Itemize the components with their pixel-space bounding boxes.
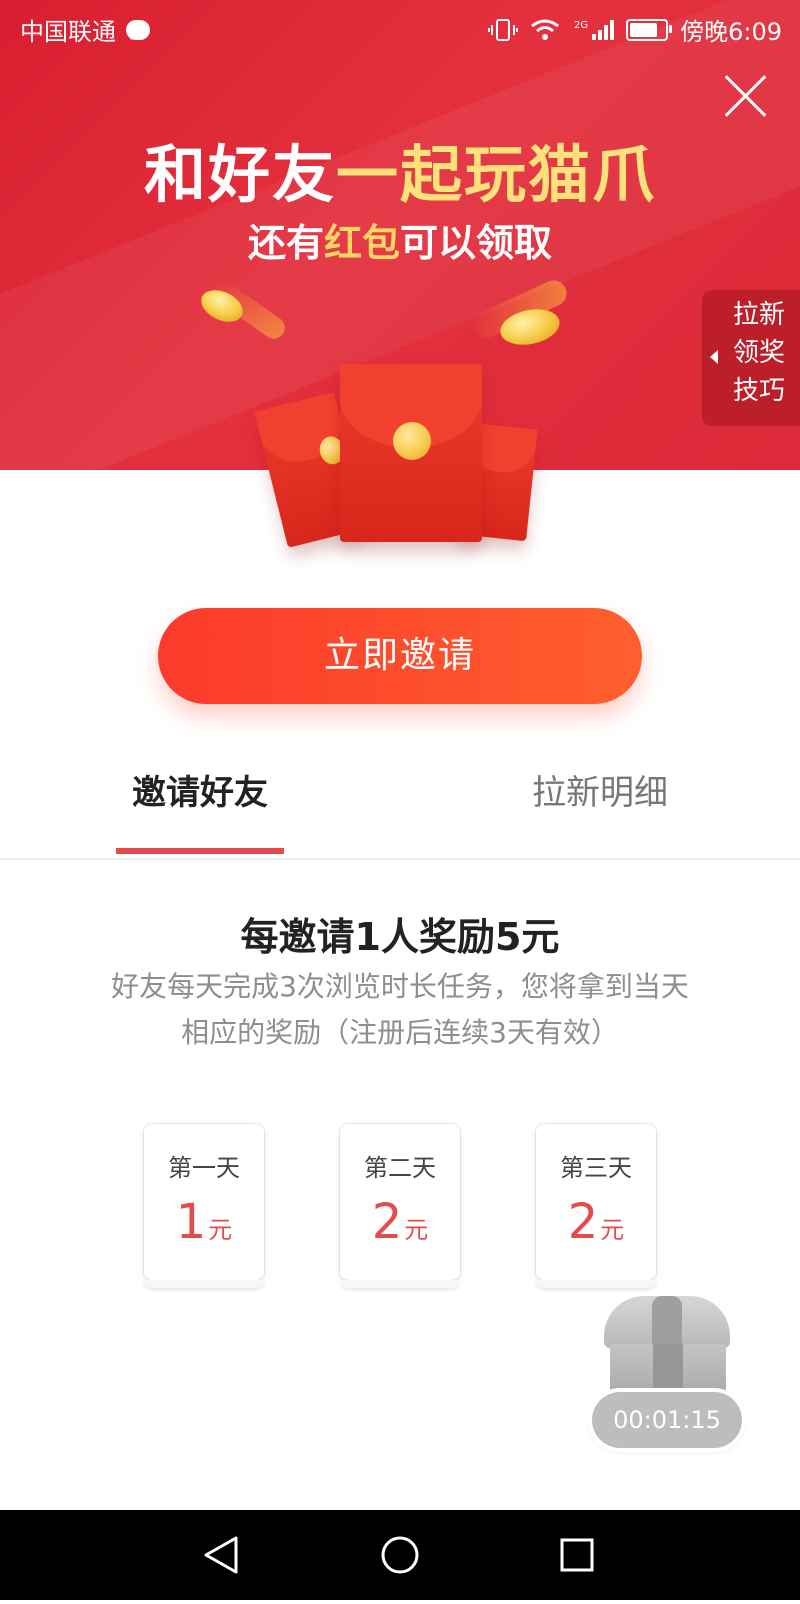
back-icon[interactable] [178, 1510, 268, 1600]
hero-subline: 还有红包可以领取 [0, 212, 800, 267]
network-type: 2G [573, 19, 589, 31]
day-amount-value: 1 [175, 1194, 207, 1250]
carrier-label: 中国联通 [20, 18, 116, 46]
day-amount-unit: 元 [600, 1216, 625, 1244]
active-tab-indicator [116, 848, 284, 854]
wifi-icon [531, 19, 559, 40]
subline-prefix: 还有 [247, 221, 324, 265]
day-amount-unit: 元 [208, 1216, 233, 1244]
day-card-2: 第二天 2元 [340, 1124, 460, 1288]
status-icons: 2G 傍晚6:09 [487, 12, 782, 47]
day-label: 第二天 [364, 1154, 436, 1182]
vibrate-icon [487, 18, 518, 41]
tips-tab[interactable]: 拉新 领奖 技巧 [702, 290, 800, 426]
day-amount-value: 2 [371, 1194, 403, 1250]
headline-yellow: 一起玩猫爪 [336, 138, 657, 211]
hero-headline: 和好友一起玩猫爪 [0, 124, 800, 214]
headline-white: 和好友 [143, 138, 336, 211]
tips-line: 领奖 [732, 338, 785, 368]
tips-line: 拉新 [732, 300, 785, 330]
reward-description: 好友每天完成3次浏览时长任务，您将拿到当天 相应的奖励（注册后连续3天有效） [80, 964, 720, 1056]
countdown-timer[interactable]: 00:01:15 [592, 1392, 742, 1448]
day-amount: 1元 [144, 1194, 264, 1250]
status-bar: 中国联通 2G 傍晚6:09 [0, 0, 800, 56]
day-amount: 2元 [340, 1194, 460, 1250]
day-card-1: 第一天 1元 [144, 1124, 264, 1288]
carrier-group: 中国联通 [20, 12, 150, 47]
tips-line: 技巧 [732, 376, 785, 406]
day-amount-value: 2 [567, 1194, 599, 1250]
system-nav-bar [0, 1510, 800, 1600]
red-envelope-icon [340, 364, 482, 542]
signal-icon: 2G [572, 19, 615, 40]
tab-invite-friends[interactable]: 邀请好友 [115, 750, 285, 858]
battery-icon [626, 18, 673, 41]
reward-desc-line: 好友每天完成3次浏览时长任务，您将拿到当天 [111, 970, 689, 1003]
close-icon[interactable] [722, 72, 768, 118]
subline-highlight: 红包 [323, 221, 400, 265]
day-label: 第三天 [560, 1154, 632, 1182]
reward-title: 每邀请1人奖励5元 [240, 915, 560, 959]
day-amount-unit: 元 [404, 1216, 429, 1244]
invite-now-button[interactable]: 立即邀请 [158, 608, 642, 704]
day-amount: 2元 [536, 1194, 656, 1250]
recent-apps-icon[interactable] [532, 1510, 622, 1600]
reward-desc-line: 相应的奖励（注册后连续3天有效） [181, 1016, 619, 1049]
tab-bar: 邀请好友 拉新明细 [0, 750, 800, 860]
home-icon[interactable] [355, 1510, 445, 1600]
day-card-3: 第三天 2元 [536, 1124, 656, 1288]
clock: 傍晚6:09 [680, 18, 782, 46]
tab-referral-details[interactable]: 拉新明细 [520, 750, 680, 858]
chevron-left-icon [710, 350, 718, 364]
subline-suffix: 可以领取 [400, 221, 553, 265]
day-label: 第一天 [168, 1154, 240, 1182]
treasure-chest-icon[interactable] [600, 1296, 736, 1396]
chat-bubble-icon [126, 19, 150, 40]
